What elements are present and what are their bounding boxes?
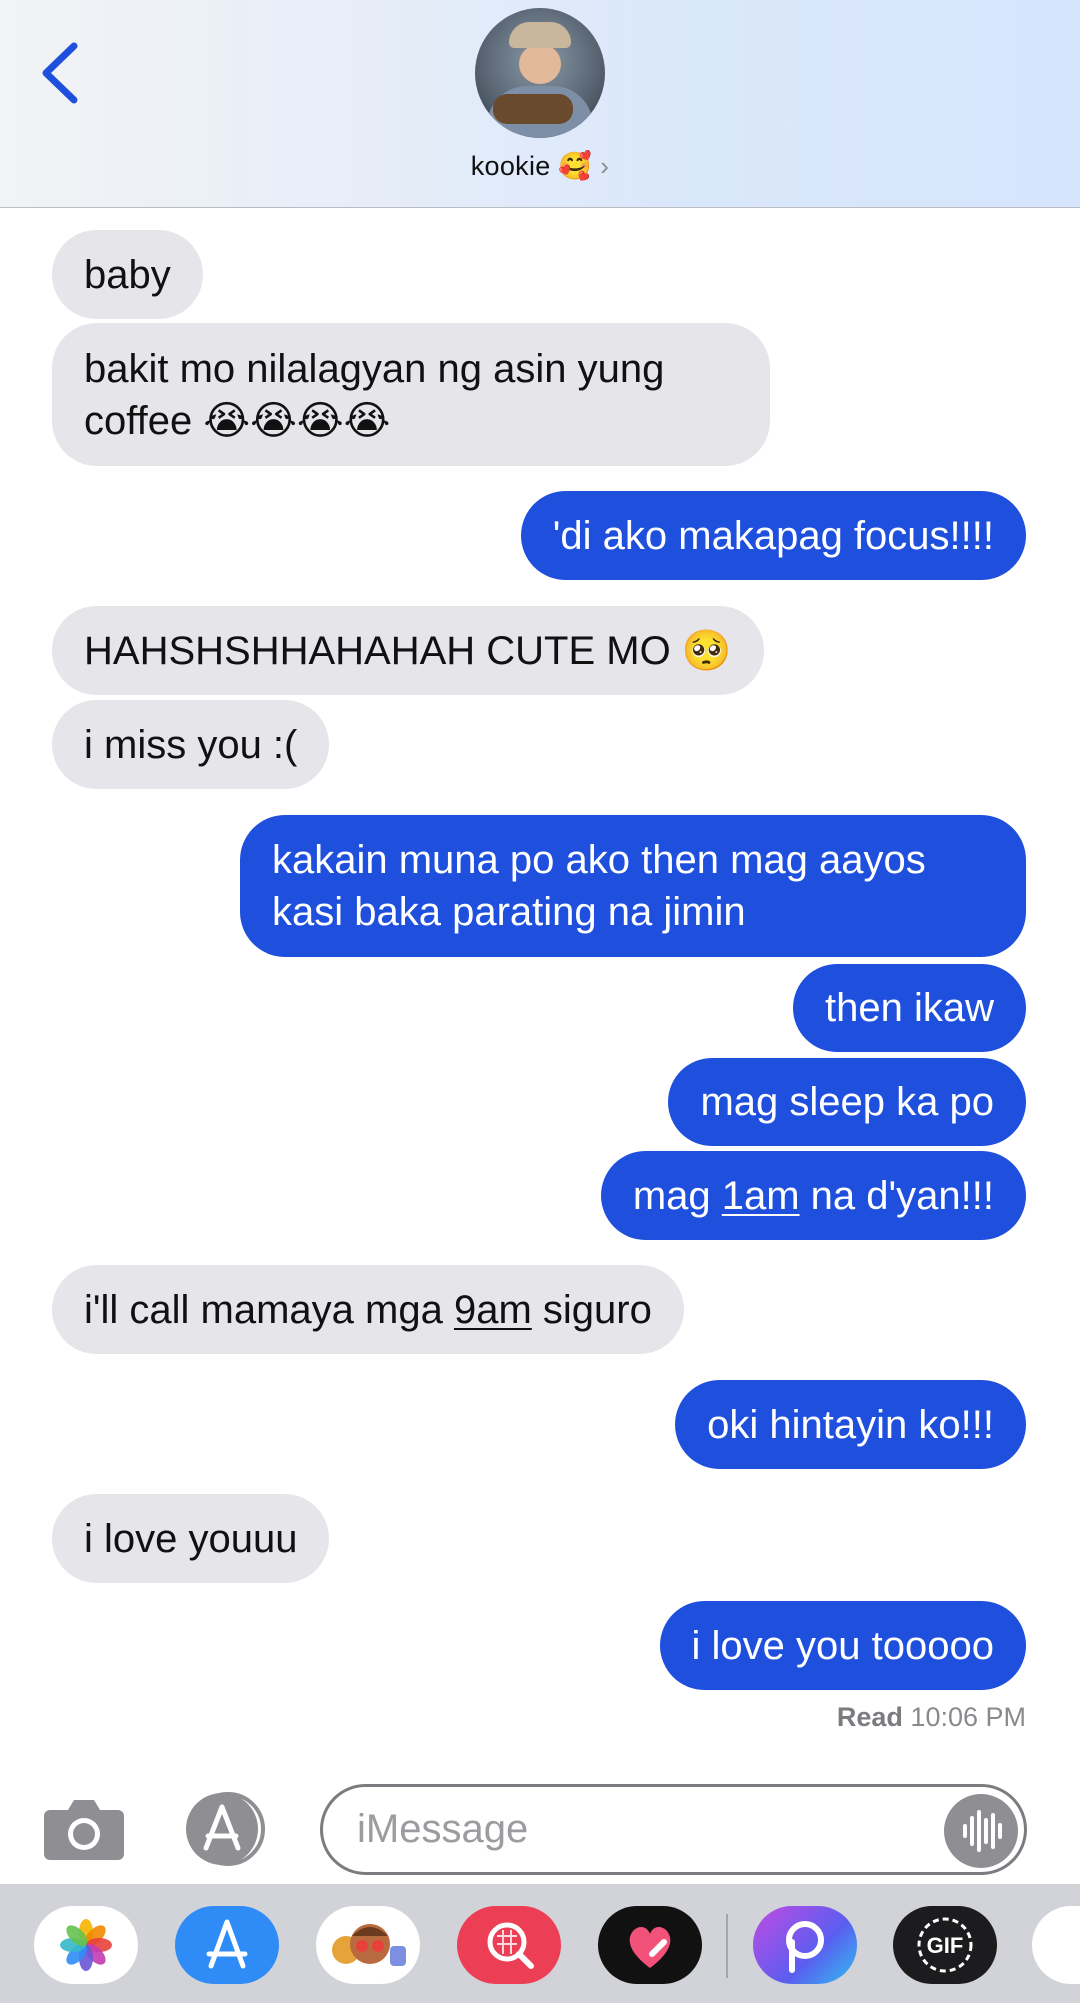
contact-avatar[interactable] (475, 8, 605, 138)
read-receipt: Read 10:06 PM (836, 1702, 1026, 1732)
audio-message-button[interactable] (944, 1794, 1018, 1868)
camera-icon (44, 1800, 124, 1860)
time-link[interactable]: 1am (722, 1174, 800, 1218)
outgoing-message[interactable]: oki hintayin ko!!! (675, 1380, 1044, 1469)
chevron-left-icon (42, 42, 78, 104)
app-store-button[interactable] (182, 1792, 274, 1866)
picsart-app-icon[interactable] (753, 1906, 857, 1984)
incoming-message[interactable]: i love youuu (33, 1494, 330, 1583)
incoming-message[interactable]: bakit mo nilalagyan ng asin yung coffee … (34, 323, 770, 466)
message-input-placeholder: iMessage (357, 1807, 529, 1851)
digital-touch-app-icon[interactable] (598, 1906, 702, 1984)
outgoing-message[interactable]: i love you tooooo (659, 1601, 1045, 1690)
outgoing-message[interactable]: then ikaw (793, 964, 1026, 1052)
app-store-app-icon[interactable] (175, 1906, 279, 1984)
time-link[interactable]: 9am (454, 1288, 532, 1332)
outgoing-message[interactable]: 'di ako makapag focus!!!! (520, 491, 1045, 580)
incoming-message[interactable]: HAHSHSHHAHAHAH CUTE MO 🥺 (52, 606, 764, 695)
message-input[interactable]: iMessage (320, 1784, 1027, 1875)
contact-name[interactable]: kookie 🥰 › (0, 150, 1080, 182)
camera-button[interactable] (42, 1796, 126, 1862)
gif-app-icon[interactable]: GIF (893, 1906, 997, 1984)
app-drawer: GIF (0, 1884, 1080, 2003)
outgoing-message[interactable]: kakain muna po ako then mag aayos kasi b… (240, 815, 1026, 957)
incoming-message[interactable]: i miss you :( (33, 700, 330, 789)
more-apps-icon[interactable] (1032, 1906, 1080, 1984)
outgoing-message[interactable]: mag 1am na d'yan!!! (600, 1151, 1045, 1240)
conversation-header: kookie 🥰 › (0, 0, 1080, 208)
memoji-app-icon[interactable] (316, 1906, 420, 1984)
waveform-icon (963, 1810, 1002, 1852)
svg-text:GIF: GIF (927, 1933, 964, 1958)
back-button[interactable] (34, 38, 94, 108)
chevron-right-icon: › (600, 151, 610, 181)
photos-app-icon[interactable] (34, 1906, 138, 1984)
incoming-message[interactable]: baby (52, 230, 203, 319)
image-search-app-icon[interactable] (457, 1906, 561, 1984)
contact-name-label: kookie 🥰 (470, 151, 593, 181)
app-store-icon (186, 1792, 265, 1866)
outgoing-message[interactable]: mag sleep ka po (668, 1058, 1026, 1146)
drawer-divider (726, 1914, 728, 1978)
incoming-message[interactable]: i'll call mamaya mga 9am siguro (34, 1265, 684, 1354)
